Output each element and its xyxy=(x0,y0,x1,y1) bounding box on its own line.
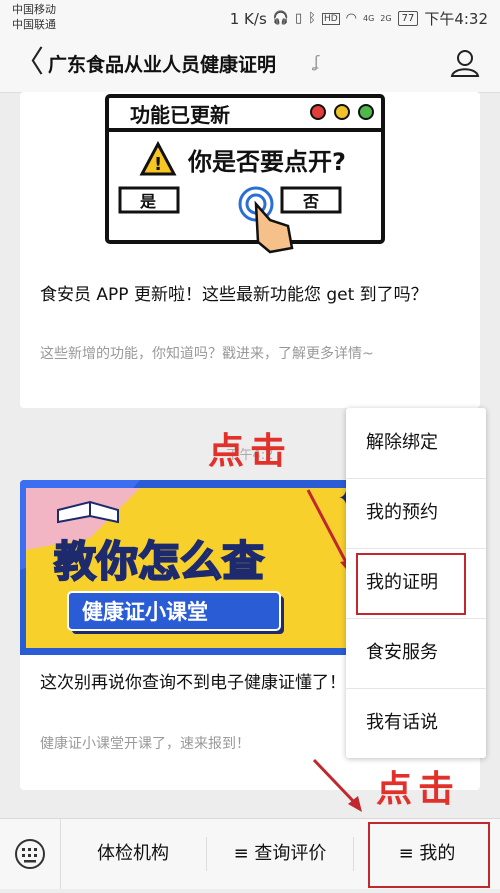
menu-item-unbind[interactable]: 解除绑定 xyxy=(346,408,486,479)
keyboard-toggle[interactable] xyxy=(0,819,61,889)
keyboard-icon xyxy=(15,839,45,869)
tab-medical-institution[interactable]: 体检机构 xyxy=(60,819,206,889)
menu-item-feedback[interactable]: 我有话说 xyxy=(346,688,486,758)
tab-query-review[interactable]: ≡ 查询评价 xyxy=(207,819,353,889)
menu-item-food-safety-service[interactable]: 食安服务 xyxy=(346,618,486,689)
menu-item-my-appointment[interactable]: 我的预约 xyxy=(346,478,486,549)
click-annotation-2: 点击 xyxy=(376,769,461,810)
highlight-box-menu xyxy=(356,553,466,615)
highlight-box-mine xyxy=(368,822,490,888)
